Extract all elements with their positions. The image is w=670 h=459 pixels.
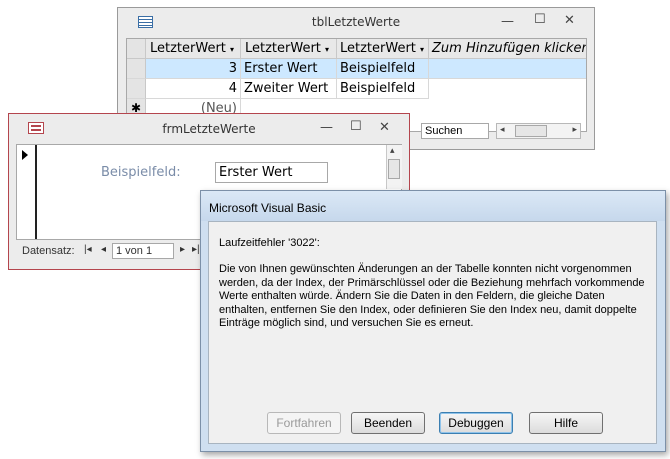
search-label: Suchen [425, 125, 463, 137]
column-header[interactable]: LetzterWert ▾ [241, 39, 337, 59]
maximize-button[interactable]: ☐ [534, 12, 546, 27]
table-cell[interactable]: Zweiter Wert [241, 79, 337, 99]
next-record-icon[interactable]: ▸ [180, 244, 185, 255]
scroll-right-icon[interactable]: ▸ [572, 125, 577, 135]
dialog-title: Microsoft Visual Basic [209, 201, 327, 215]
minimize-button[interactable]: — [501, 14, 514, 29]
scroll-up-icon[interactable]: ▴ [390, 146, 395, 156]
row-selector[interactable] [127, 59, 146, 79]
dialog-content: Laufzeitfehler '3022': Die von Ihnen gew… [208, 221, 657, 444]
dialog-titlebar[interactable]: Microsoft Visual Basic [201, 191, 665, 221]
table-window-title: tblLetzteWerte [311, 15, 401, 29]
scroll-thumb[interactable] [388, 159, 400, 179]
previous-record-icon[interactable]: ◂ [101, 244, 106, 255]
close-button[interactable]: ✕ [379, 120, 390, 135]
dropdown-arrow-icon: ▾ [325, 45, 330, 54]
vertical-scrollbar[interactable]: ▴ [386, 145, 402, 189]
column-header[interactable]: LetzterWert ▾ [337, 39, 429, 59]
dropdown-arrow-icon: ▾ [420, 45, 425, 54]
close-button[interactable]: ✕ [564, 13, 575, 28]
error-dialog: Microsoft Visual Basic Laufzeitfehler '3… [200, 190, 666, 452]
form-window-titlebar[interactable]: frmLetzteWerte — ☐ ✕ [9, 114, 409, 144]
add-column-header[interactable]: Zum Hinzufügen klicken [429, 39, 586, 59]
help-button[interactable]: Hilfe [529, 412, 603, 434]
record-selector[interactable] [17, 145, 37, 239]
record-nav-label: Datensatz: [22, 245, 75, 257]
table-cell[interactable]: 3 [146, 59, 241, 79]
end-button[interactable]: Beenden [351, 412, 425, 434]
column-header[interactable]: LetzterWert ▾ [146, 39, 241, 59]
scroll-thumb[interactable] [515, 125, 547, 137]
minimize-button[interactable]: — [320, 120, 333, 135]
form-window-title: frmLetzteWerte [162, 122, 256, 136]
table-cell[interactable]: 4 [146, 79, 241, 99]
table-window-titlebar[interactable]: tblLetzteWerte — ☐ ✕ [118, 8, 594, 38]
row-selector-header[interactable] [127, 39, 146, 59]
last-record-icon[interactable]: ▸| [192, 244, 200, 255]
table-search-box[interactable]: Suchen [421, 123, 489, 139]
scroll-left-icon[interactable]: ◂ [500, 125, 505, 135]
table-cell[interactable] [429, 59, 586, 79]
horizontal-scrollbar[interactable]: ◂ ▸ [496, 123, 581, 139]
row-selector[interactable] [127, 79, 146, 99]
error-message: Die von Ihnen gewünschten Änderungen an … [219, 263, 645, 329]
record-position-field[interactable]: 1 von 1 [112, 243, 174, 259]
first-record-icon[interactable]: |◂ [84, 244, 92, 255]
error-heading: Laufzeitfehler '3022': [219, 237, 320, 249]
dropdown-arrow-icon: ▾ [230, 45, 235, 54]
field-label: Beispielfeld: [101, 165, 181, 180]
debug-button[interactable]: Debuggen [439, 412, 513, 434]
table-cell[interactable]: Erster Wert [241, 59, 337, 79]
table-cell[interactable]: Beispielfeld [337, 59, 429, 79]
continue-button[interactable]: Fortfahren [267, 412, 341, 434]
beispielfeld-textbox[interactable]: Erster Wert [215, 162, 328, 183]
table-cell[interactable]: Beispielfeld [337, 79, 429, 99]
current-record-icon [22, 150, 28, 160]
maximize-button[interactable]: ☐ [350, 119, 362, 134]
